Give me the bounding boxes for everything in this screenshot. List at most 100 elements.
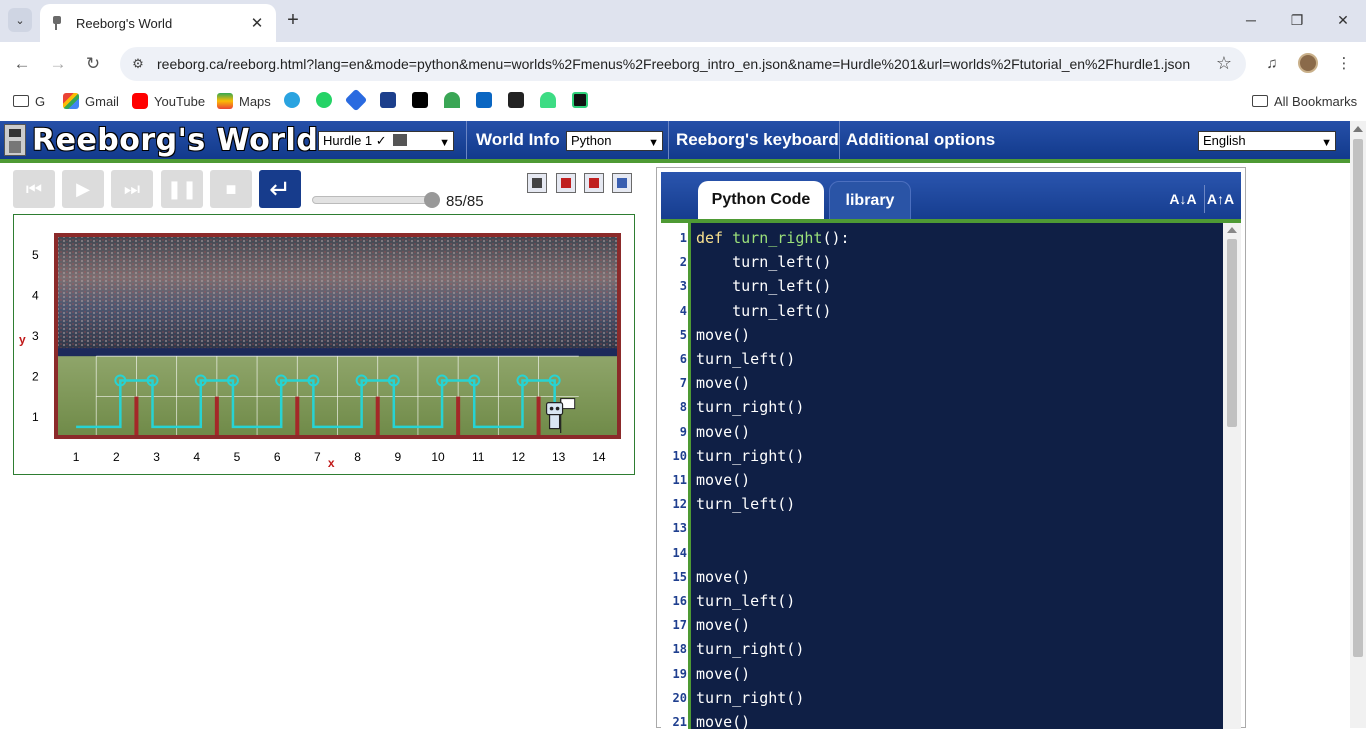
stop-button[interactable]: ■ xyxy=(210,170,252,208)
hurdle-wall xyxy=(536,396,541,437)
code-line[interactable]: 7 move() xyxy=(661,372,1223,396)
hurdle-wall xyxy=(456,396,461,437)
new-tab-button[interactable]: + xyxy=(282,9,304,31)
android-icon[interactable] xyxy=(540,92,556,108)
scroll-thumb[interactable] xyxy=(1227,239,1237,427)
code-line[interactable]: 18 turn_right() xyxy=(661,638,1223,662)
pause-button[interactable]: ❚❚ xyxy=(161,170,203,208)
bookmark-maps[interactable]: Maps xyxy=(217,92,271,110)
bookmark-app2-icon[interactable] xyxy=(380,92,396,108)
menu-dots-icon[interactable]: ⋮ xyxy=(1333,53,1355,75)
bookmark-folder-g[interactable]: G xyxy=(13,92,45,110)
decrease-font-button[interactable]: A↓A xyxy=(1167,185,1199,213)
forward-arrow-icon[interactable]: → xyxy=(45,51,71,77)
bookmark-app3-icon[interactable] xyxy=(508,92,524,108)
increase-font-button[interactable]: A↑A xyxy=(1204,185,1236,213)
whatsapp-icon[interactable] xyxy=(316,92,332,108)
speed-slider-thumb[interactable] xyxy=(424,192,440,208)
world-canvas[interactable]: 1 2 3 4 5 y 1 2 3 4 5 6 7 8 9 10 11 12 13 14 x xyxy=(13,214,635,475)
language-mode-select[interactable]: Python ▼ xyxy=(566,131,663,151)
scroll-up-icon[interactable] xyxy=(1353,126,1363,132)
hurdle-wall xyxy=(375,396,380,437)
code-line[interactable]: 16 turn_left() xyxy=(661,590,1223,614)
world-info-button[interactable]: World Info xyxy=(476,130,560,150)
bookmark-gmail[interactable]: Gmail xyxy=(63,92,119,110)
run-button[interactable]: ▶ xyxy=(62,170,104,208)
world-info-icon[interactable] xyxy=(612,173,632,193)
back-arrow-icon[interactable]: ← xyxy=(9,51,35,77)
additional-options-button[interactable]: Additional options xyxy=(846,130,995,150)
linkedin-icon[interactable] xyxy=(476,92,492,108)
close-window-icon[interactable]: ✕ xyxy=(1330,8,1356,32)
reload-icon[interactable]: ↻ xyxy=(80,51,106,77)
bookmark-app4-icon[interactable] xyxy=(572,92,588,108)
code-line[interactable]: 15 move() xyxy=(661,566,1223,590)
code-line[interactable]: 8 turn_right() xyxy=(661,396,1223,420)
scroll-up-icon[interactable] xyxy=(1227,227,1237,233)
code-text: turn_left() xyxy=(696,253,832,272)
code-line[interactable]: 6 turn_left() xyxy=(661,348,1223,372)
reverse-step-button[interactable]: ⏮ xyxy=(13,170,55,208)
code-text-area[interactable]: 1 def turn_right(): 2 turn_left() 3 turn_le… xyxy=(661,223,1223,729)
media-controls-icon[interactable]: ♫ xyxy=(1261,53,1283,75)
tab-search-button[interactable]: ⌄ xyxy=(8,8,32,32)
reload-world-button[interactable]: ↵ xyxy=(259,170,301,208)
line-number: 21 xyxy=(672,715,687,729)
code-line[interactable]: 19 move() xyxy=(661,663,1223,687)
browser-tab-active[interactable]: Reeborg's World ✕ xyxy=(40,4,276,42)
code-line[interactable]: 5 move() xyxy=(661,324,1223,348)
x-twitter-icon[interactable] xyxy=(412,92,428,108)
code-line[interactable]: 13 xyxy=(661,517,1223,541)
page-scrollbar[interactable] xyxy=(1350,121,1366,728)
bookmark-app-icon[interactable] xyxy=(344,88,368,112)
world-edit-icon[interactable] xyxy=(584,173,604,193)
reeborg-logo-icon xyxy=(4,124,26,156)
line-number: 11 xyxy=(672,473,687,487)
bookmark-star-icon[interactable]: ☆ xyxy=(1216,53,1232,74)
reeborg-favicon-icon xyxy=(50,15,66,31)
skip-forward-icon: ⏭ xyxy=(123,179,141,199)
address-bar[interactable]: ⚙ reeborg.ca/reeborg.html?lang=en&mode=p… xyxy=(120,47,1246,81)
chevron-down-icon: ▼ xyxy=(439,137,450,149)
code-line[interactable]: 11 move() xyxy=(661,469,1223,493)
close-tab-icon[interactable]: ✕ xyxy=(248,14,266,32)
editor-scrollbar[interactable] xyxy=(1223,223,1241,729)
code-line[interactable]: 9 move() xyxy=(661,421,1223,445)
minimize-icon[interactable]: ─ xyxy=(1238,8,1264,32)
editor-header: Python Code library A↓A A↑A xyxy=(661,172,1241,223)
step-button[interactable]: ⏭ xyxy=(111,170,153,208)
robot-tool-icon[interactable] xyxy=(527,173,547,193)
code-text: turn_right() xyxy=(696,446,805,465)
restore-icon[interactable]: ❐ xyxy=(1284,8,1310,32)
speed-slider[interactable] xyxy=(312,196,436,204)
all-bookmarks-button[interactable]: All Bookmarks xyxy=(1252,92,1357,110)
world-select[interactable]: Hurdle 1 ✓ ▼ xyxy=(318,131,454,151)
code-line[interactable]: 12 turn_left() xyxy=(661,493,1223,517)
line-number: 16 xyxy=(672,594,687,608)
bookmark-youtube[interactable]: YouTube xyxy=(132,92,205,110)
browser-toolbar: ← → ↻ ⚙ reeborg.ca/reeborg.html?lang=en&… xyxy=(0,42,1366,84)
code-text: def turn_right(): xyxy=(696,229,850,247)
code-line[interactable]: 10 turn_right() xyxy=(661,445,1223,469)
ui-language-select[interactable]: English ▼ xyxy=(1198,131,1336,151)
site-info-icon[interactable]: ⚙ xyxy=(130,56,146,72)
line-number: 13 xyxy=(672,521,687,536)
code-line[interactable]: 20 turn_right() xyxy=(661,687,1223,711)
code-line[interactable]: 17 move() xyxy=(661,614,1223,638)
editor-robot-icon[interactable] xyxy=(556,173,576,193)
line-number: 12 xyxy=(672,497,687,512)
code-line[interactable]: 1 def turn_right(): xyxy=(661,227,1223,251)
tab-library[interactable]: library xyxy=(829,181,911,223)
code-line[interactable]: 14 xyxy=(661,542,1223,566)
umbrella-icon[interactable] xyxy=(444,92,460,108)
profile-avatar[interactable] xyxy=(1298,53,1318,73)
tab-python-code[interactable]: Python Code xyxy=(698,181,824,223)
code-line[interactable]: 2 turn_left() xyxy=(661,251,1223,275)
code-line[interactable]: 21 move() xyxy=(661,711,1223,729)
folder-icon xyxy=(13,95,29,107)
telegram-icon[interactable] xyxy=(284,92,300,108)
reeborg-keyboard-button[interactable]: Reeborg's keyboard xyxy=(676,130,839,150)
code-line[interactable]: 4 turn_left() xyxy=(661,300,1223,324)
code-line[interactable]: 3 turn_left() xyxy=(661,275,1223,299)
page-scroll-thumb[interactable] xyxy=(1353,139,1363,657)
